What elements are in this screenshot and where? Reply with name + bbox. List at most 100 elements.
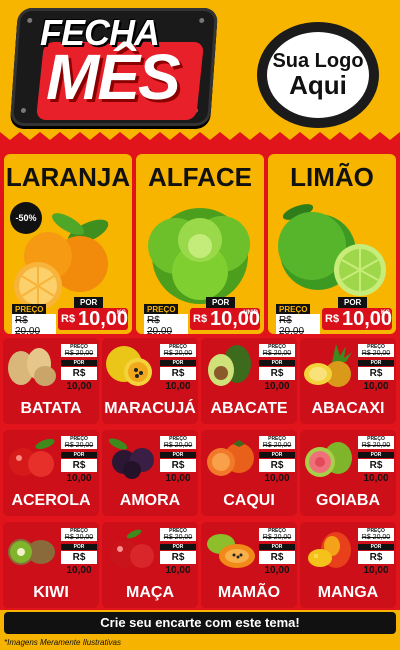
price-tag: PREÇO R$ 20,00 POR R$ 10,00 <box>259 528 295 576</box>
new-price: R$ 10,00 <box>259 459 295 484</box>
featured-card-laranja[interactable]: LARANJA -50% PREÇO R$ 20,00 POR R$ 10,00… <box>4 154 132 334</box>
price-tag: PREÇO R$ 20,00 POR R$ 10,00 <box>61 528 97 576</box>
cta-banner[interactable]: Crie seu encarte com este tema! <box>4 612 396 634</box>
product-name: MARACUJÁ <box>104 400 196 417</box>
old-price: R$ 20,00 <box>358 350 394 357</box>
product-name: MANGA <box>317 584 379 601</box>
old-price: R$ 20,00 <box>61 442 97 449</box>
price-tag: PREÇO R$ 20,00 POR R$ 10,00 <box>160 528 196 576</box>
new-price-box: R$ 10,00 UNID <box>190 308 260 330</box>
price-tag: PREÇO R$ 20,00 POR R$ 10,00 KG <box>8 297 128 334</box>
product-name: BATATA <box>20 400 82 417</box>
passion-fruit-icon <box>106 346 152 386</box>
old-price: R$ 20,00 <box>259 350 295 357</box>
price-tag: PREÇO R$ 20,00 POR R$ 10,00 <box>259 436 295 484</box>
price-tag: PREÇO R$ 20,00 POR R$ 10,00 <box>160 344 196 392</box>
featured-name: LIMÃO <box>290 162 374 192</box>
product-card-mamao[interactable]: PREÇO R$ 20,00 POR R$ 10,00 MAMÃO <box>201 522 297 608</box>
old-price: R$ 20,00 <box>358 534 394 541</box>
product-card-amora[interactable]: PREÇO R$ 20,00 POR R$ 10,00 AMORA <box>102 430 198 516</box>
old-price: R$ 20,00 <box>61 350 97 357</box>
product-card-abacaxi[interactable]: PREÇO R$ 20,00 POR R$ 10,00 ABACAXI <box>300 338 396 424</box>
product-name: KIWI <box>33 584 69 601</box>
old-price: R$ 20,00 <box>358 442 394 449</box>
unit: UNID <box>243 310 258 316</box>
acerola-icon <box>9 438 55 477</box>
product-card-abacate[interactable]: PREÇO R$ 20,00 POR R$ 10,00 ABACATE <box>201 338 297 424</box>
product-card-manga[interactable]: PREÇO R$ 20,00 POR R$ 10,00 MANGA <box>300 522 396 608</box>
currency: R$ <box>61 313 76 325</box>
old-price: R$ 20,00 <box>12 314 56 334</box>
pineapple-icon <box>304 344 352 387</box>
old-price: R$ 20,00 <box>160 534 196 541</box>
old-price: R$ 20,00 <box>276 314 320 334</box>
new-price: R$ 10,00 <box>160 459 196 484</box>
product-card-batata[interactable]: PREÇO R$ 20,00 POR R$ 10,00 BATATA <box>3 338 99 424</box>
old-price: R$ 20,00 <box>259 442 295 449</box>
old-price: R$ 20,00 <box>160 442 196 449</box>
product-name: CAQUI <box>223 492 275 509</box>
por-label: POR <box>160 360 196 366</box>
new-price: R$ 10,00 <box>160 551 196 576</box>
product-card-goiaba[interactable]: PREÇO R$ 20,00 POR R$ 10,00 GOIABA <box>300 430 396 516</box>
brand-logo-placeholder: Sua Logo Aqui <box>257 22 379 128</box>
product-name: MAÇA <box>126 584 174 601</box>
por-label: POR <box>358 544 394 550</box>
old-price: R$ 20,00 <box>61 534 97 541</box>
product-card-caqui[interactable]: PREÇO R$ 20,00 POR R$ 10,00 CAQUI <box>201 430 297 516</box>
por-label: POR <box>259 544 295 550</box>
papaya-icon <box>207 534 255 568</box>
header: FECHA MÊS Sua Logo Aqui <box>0 0 400 144</box>
price-tag: PREÇO R$ 20,00 POR R$ 10,00 UNID <box>140 297 260 334</box>
product-name: AMORA <box>119 492 181 509</box>
new-price-box: R$ 10,00 KG <box>58 308 128 330</box>
product-name: GOIABA <box>316 492 380 509</box>
featured-card-alface[interactable]: ALFACE PREÇO R$ 20,00 POR R$ 10,00 UNID <box>136 154 264 334</box>
new-price: R$ 10,00 <box>259 367 295 392</box>
product-name: ABACATE <box>210 400 288 417</box>
price-tag: PREÇO R$ 20,00 POR R$ 10,00 <box>259 344 295 392</box>
por-label: POR <box>259 360 295 366</box>
rivet <box>199 18 205 23</box>
por-label: POR <box>338 297 368 308</box>
rivet <box>20 108 27 113</box>
currency: R$ <box>325 313 340 325</box>
price-tag: PREÇO R$ 20,00 POR R$ 10,00 <box>160 436 196 484</box>
por-label: POR <box>358 360 394 366</box>
disclaimer: *Imagens Meramente Ilustrativas <box>4 638 121 647</box>
persimmon-icon <box>207 440 254 476</box>
mango-icon <box>308 532 351 568</box>
por-label: POR <box>61 360 97 366</box>
new-price: R$ 10,00 <box>358 459 394 484</box>
lime-icon <box>278 204 386 296</box>
rivet <box>27 18 33 23</box>
title-line-2: MÊS <box>46 41 181 113</box>
blackberry-icon <box>108 438 154 479</box>
product-card-maracuja[interactable]: PREÇO R$ 20,00 POR R$ 10,00 MARACUJÁ <box>102 338 198 424</box>
product-card-kiwi[interactable]: PREÇO R$ 20,00 POR R$ 10,00 KIWI <box>3 522 99 608</box>
product-card-acerola[interactable]: PREÇO R$ 20,00 POR R$ 10,00 ACEROLA <box>3 430 99 516</box>
por-label: POR <box>358 452 394 458</box>
new-price: R$ 10,00 <box>61 551 97 576</box>
por-label: POR <box>160 544 196 550</box>
product-name: ACEROLA <box>11 492 91 509</box>
por-label: POR <box>61 452 97 458</box>
new-price: R$ 10,00 <box>358 367 394 392</box>
featured-name: LARANJA <box>5 162 131 192</box>
price-tag: PREÇO R$ 20,00 POR R$ 10,00 KG <box>272 297 392 334</box>
por-label: POR <box>206 297 236 308</box>
price-tag: PREÇO R$ 20,00 POR R$ 10,00 <box>61 436 97 484</box>
product-card-maca[interactable]: PREÇO R$ 20,00 POR R$ 10,00 MAÇA <box>102 522 198 608</box>
guava-icon <box>305 442 352 477</box>
featured-card-limao[interactable]: LIMÃO PREÇO R$ 20,00 POR R$ 10,00 KG <box>268 154 396 334</box>
zigzag-divider <box>0 132 400 144</box>
unit: KG <box>381 310 390 316</box>
discount-badge: -50% <box>10 202 42 234</box>
new-price: R$ 10,00 <box>160 367 196 392</box>
new-price-box: R$ 10,00 KG <box>322 308 392 330</box>
product-name: MAMÃO <box>217 584 281 601</box>
brand-line-2: Aqui <box>289 69 347 100</box>
old-price: R$ 20,00 <box>259 534 295 541</box>
por-label: POR <box>61 544 97 550</box>
new-price: R$ 10,00 <box>358 551 394 576</box>
